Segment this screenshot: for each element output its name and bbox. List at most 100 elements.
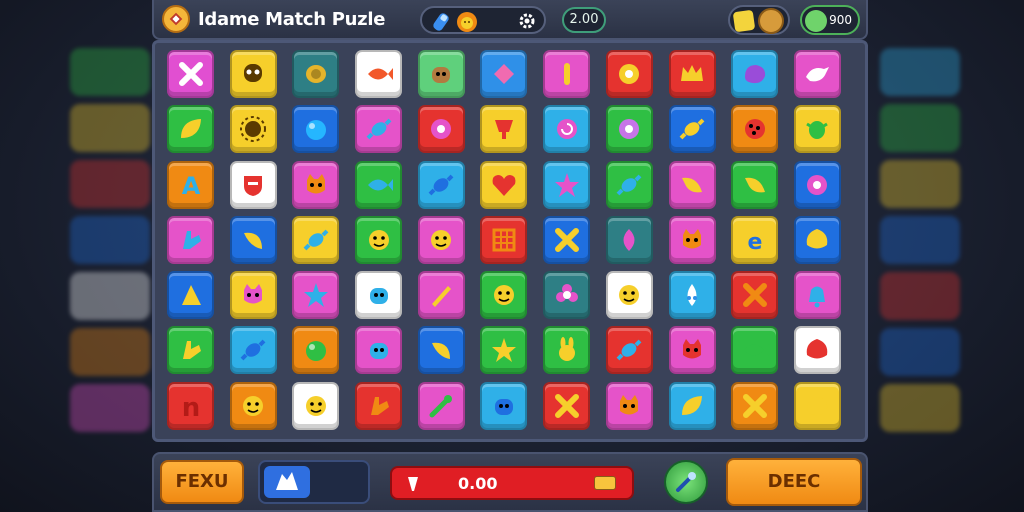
board-tile[interactable]	[731, 50, 779, 98]
gem-drop-icon	[614, 225, 644, 255]
board-tile[interactable]	[229, 50, 277, 98]
face-icon	[614, 280, 644, 310]
board-tile[interactable]	[167, 215, 214, 264]
board-tile[interactable]	[668, 50, 716, 98]
progress-bar: 0.00	[390, 466, 634, 500]
board-tile[interactable]	[355, 105, 403, 154]
board-tile[interactable]	[417, 381, 465, 430]
board-tile[interactable]	[605, 50, 653, 98]
board-tile[interactable]	[668, 160, 716, 209]
board-tile[interactable]	[480, 271, 528, 320]
board-tile[interactable]	[229, 105, 277, 154]
board-tile[interactable]	[355, 326, 403, 375]
board-tile[interactable]	[292, 326, 340, 375]
board-tile[interactable]	[417, 50, 465, 98]
board-tile[interactable]	[480, 160, 528, 209]
board-tile[interactable]	[480, 105, 528, 154]
board-tile[interactable]	[292, 271, 340, 320]
board-tile[interactable]	[417, 160, 465, 209]
board-tile[interactable]	[668, 381, 716, 430]
tool-slot[interactable]	[258, 460, 370, 504]
board-tile[interactable]	[292, 381, 340, 430]
creature-icon	[364, 280, 394, 310]
board-tile[interactable]	[167, 50, 214, 98]
board-tile[interactable]	[167, 326, 214, 375]
right-action-button[interactable]: DEEC	[726, 458, 862, 506]
ring-icon	[426, 114, 456, 144]
board-tile[interactable]	[417, 326, 465, 375]
board-tile[interactable]	[793, 271, 841, 320]
board-tile[interactable]	[355, 160, 403, 209]
board-tile[interactable]	[731, 381, 779, 430]
board-tile[interactable]	[793, 50, 841, 98]
board-tile[interactable]	[731, 326, 779, 375]
board-tile[interactable]	[417, 215, 465, 264]
coin-stack-icon[interactable]	[728, 5, 790, 35]
board-tile[interactable]	[543, 215, 591, 264]
board-tile[interactable]	[605, 160, 653, 209]
board-tile[interactable]	[229, 215, 277, 264]
letter-n-icon: n	[176, 391, 206, 421]
board-tile[interactable]	[668, 105, 716, 154]
board-tile[interactable]	[543, 326, 591, 375]
board-tile[interactable]	[417, 271, 465, 320]
letter-e-icon: e	[740, 225, 770, 255]
bug-icon	[802, 114, 832, 144]
logo-icon[interactable]	[162, 5, 190, 33]
board-tile[interactable]	[417, 105, 465, 154]
board-tile[interactable]	[480, 326, 528, 375]
board-tile[interactable]	[731, 105, 779, 154]
board-tile[interactable]	[292, 215, 340, 264]
board-tile[interactable]	[605, 271, 653, 320]
board-tile[interactable]	[229, 271, 277, 320]
board-tile[interactable]	[292, 50, 340, 98]
board-tile[interactable]	[355, 50, 403, 98]
board-tile[interactable]	[355, 381, 403, 430]
board-tile[interactable]	[668, 271, 716, 320]
board-tile[interactable]	[229, 160, 277, 209]
left-action-button[interactable]: FEXU	[160, 460, 244, 504]
board-tile[interactable]	[480, 50, 528, 98]
board-tile[interactable]	[793, 160, 841, 209]
lion-icon[interactable]	[456, 11, 478, 33]
candy-icon	[614, 170, 644, 200]
board-tile[interactable]	[355, 215, 403, 264]
board-tile[interactable]	[605, 326, 653, 375]
board-tile[interactable]: A	[167, 160, 214, 209]
board-tile[interactable]	[167, 105, 214, 154]
leaf-icon	[176, 114, 206, 144]
board-tile[interactable]	[793, 381, 841, 430]
board-tile[interactable]	[229, 326, 277, 375]
face-icon	[426, 225, 456, 255]
board-tile[interactable]	[480, 381, 528, 430]
board-tile[interactable]	[731, 271, 779, 320]
gem-counter[interactable]: 900	[800, 5, 860, 35]
board-tile[interactable]	[292, 105, 340, 154]
board-tile[interactable]	[605, 105, 653, 154]
board-tile[interactable]	[480, 215, 528, 264]
board-tile[interactable]	[543, 271, 591, 320]
board-tile[interactable]	[355, 271, 403, 320]
board-tile[interactable]	[543, 160, 591, 209]
board-tile[interactable]	[543, 50, 591, 98]
board-tile[interactable]	[543, 381, 591, 430]
board-tile[interactable]	[668, 215, 716, 264]
board-tile[interactable]	[229, 381, 277, 430]
board-tile[interactable]	[605, 381, 653, 430]
ring-icon	[802, 170, 832, 200]
potion-icon[interactable]	[430, 11, 452, 33]
board-tile[interactable]	[167, 271, 214, 320]
board-tile[interactable]	[605, 215, 653, 264]
board-tile[interactable]	[793, 105, 841, 154]
board-tile[interactable]: e	[731, 215, 779, 264]
settings-icon[interactable]	[518, 12, 536, 30]
board-tile[interactable]	[793, 215, 841, 264]
board-tile[interactable]	[731, 160, 779, 209]
board-tile[interactable]	[292, 160, 340, 209]
svg-text:e: e	[747, 230, 762, 255]
board-tile[interactable]	[793, 326, 841, 375]
wand-button[interactable]	[664, 460, 708, 504]
board-tile[interactable]	[668, 326, 716, 375]
board-tile[interactable]: n	[167, 381, 214, 430]
board-tile[interactable]	[543, 105, 591, 154]
